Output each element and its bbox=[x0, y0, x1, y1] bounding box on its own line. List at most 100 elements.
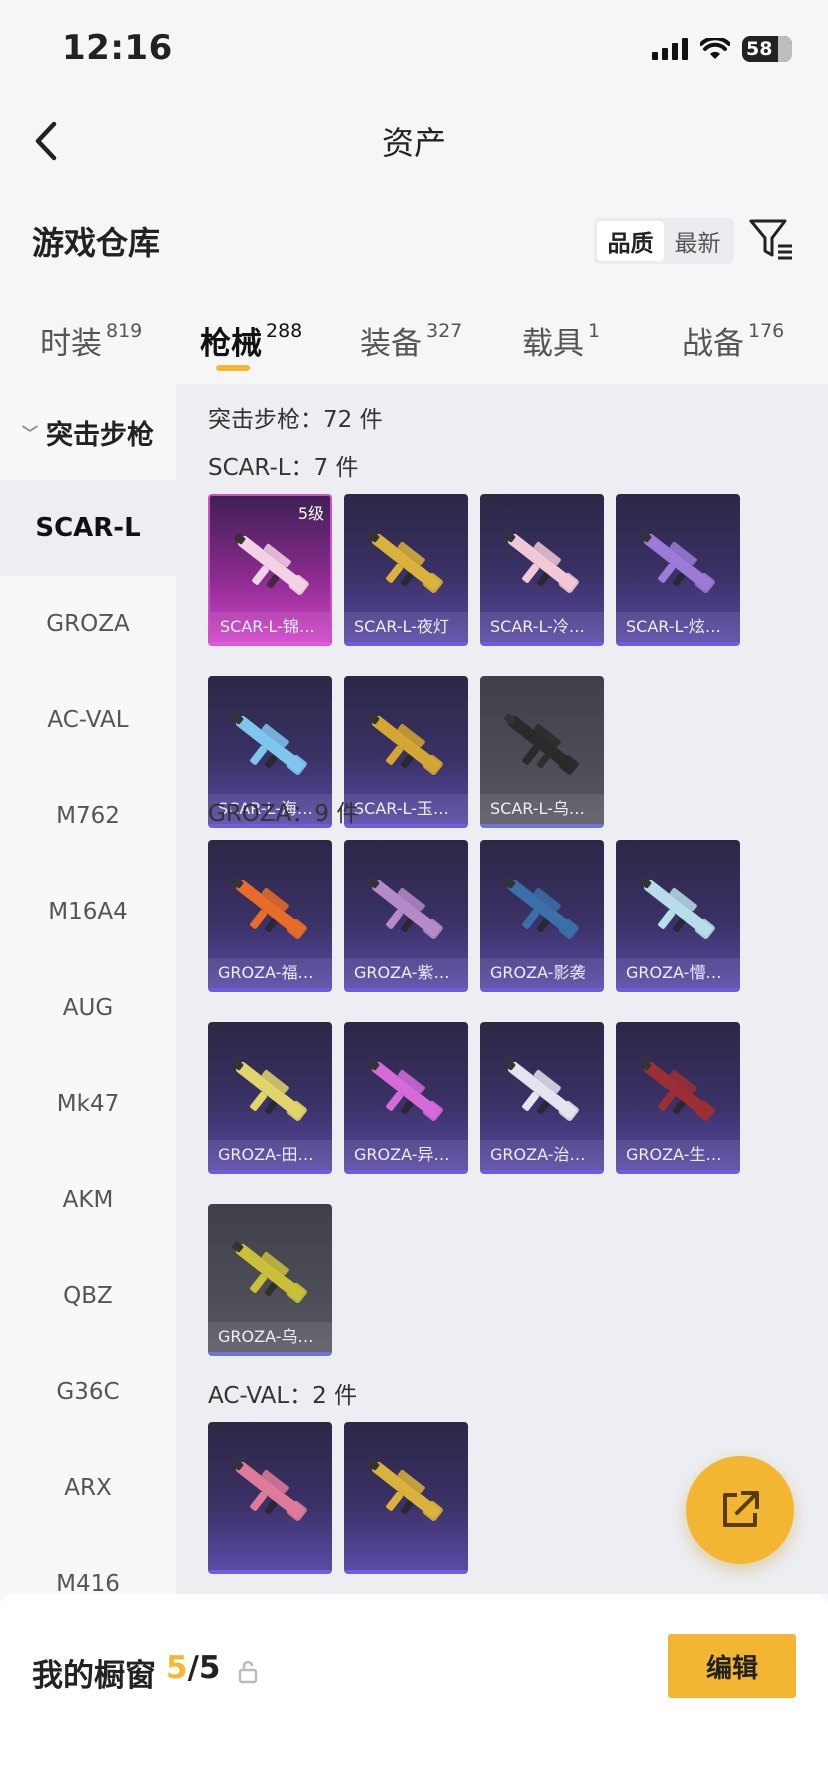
weapon-card[interactable]: SCAR-L-乌… bbox=[480, 676, 604, 828]
rifle-icon bbox=[640, 877, 715, 939]
battery-icon: 58 bbox=[742, 36, 792, 62]
rifle-icon bbox=[504, 531, 579, 593]
edit-button[interactable]: 编辑 bbox=[668, 1634, 796, 1698]
weapon-name: GROZA-生… bbox=[616, 1140, 740, 1170]
rifle-icon bbox=[640, 1059, 715, 1121]
page-title: 资产 bbox=[381, 124, 446, 162]
rifle-icon bbox=[232, 1241, 307, 1303]
showcase-current: 5 bbox=[166, 1650, 188, 1686]
weapon-card[interactable]: GROZA-治… bbox=[480, 1022, 604, 1174]
sidebar-item-m762[interactable]: M762 bbox=[0, 768, 176, 864]
share-button[interactable] bbox=[686, 1456, 794, 1564]
rifle-icon bbox=[368, 877, 443, 939]
sidebar-item-arx[interactable]: ARX bbox=[0, 1440, 176, 1536]
group-title: SCAR-L：7 件 bbox=[208, 455, 359, 481]
weapon-card[interactable]: GROZA-异… bbox=[344, 1022, 468, 1174]
weapon-card[interactable]: GROZA-田… bbox=[208, 1022, 332, 1174]
sort-toggle: 品质 最新 bbox=[594, 218, 734, 264]
weapon-card[interactable]: GROZA-紫… bbox=[344, 840, 468, 992]
sidebar-item-scar-l[interactable]: SCAR-L bbox=[0, 480, 176, 576]
status-icons: 58 bbox=[652, 36, 792, 62]
filter-icon[interactable] bbox=[748, 216, 796, 262]
weapon-card[interactable] bbox=[344, 1422, 468, 1574]
showcase-total: /5 bbox=[187, 1650, 221, 1686]
item-level-badge: 5级 bbox=[297, 504, 324, 523]
weapon-card[interactable]: SCAR-L-夜灯 bbox=[344, 494, 468, 646]
rifle-icon bbox=[368, 1459, 443, 1521]
weapon-name: GROZA-紫… bbox=[344, 958, 468, 988]
weapon-card[interactable]: GROZA-影袭 bbox=[480, 840, 604, 992]
chevron-down-icon: ﹀ bbox=[21, 424, 38, 443]
tab-fashion[interactable]: 时装 819 bbox=[40, 318, 142, 363]
weapon-name: GROZA-治… bbox=[480, 1140, 604, 1170]
sort-quality-option[interactable]: 品质 bbox=[597, 221, 664, 261]
weapon-card[interactable]: GROZA-福… bbox=[208, 840, 332, 992]
rifle-icon bbox=[504, 1059, 579, 1121]
rifle-icon bbox=[232, 1059, 307, 1121]
sidebar-item-m416[interactable]: M416 bbox=[0, 1536, 176, 1594]
status-time: 12:16 bbox=[62, 28, 173, 68]
weapon-name: GROZA-懵… bbox=[616, 958, 740, 988]
category-summary: 突击步枪：72 件 bbox=[208, 407, 383, 433]
weapon-name: SCAR-L-夜灯 bbox=[344, 612, 468, 642]
tab-vehicles[interactable]: 载具 1 bbox=[522, 318, 600, 363]
weapon-sidebar: ﹀ 突击步枪 SCAR-L GROZA AC-VAL M762 M16A4 AU… bbox=[0, 384, 176, 1594]
tab-gear[interactable]: 战备 176 bbox=[682, 318, 784, 363]
weapon-card[interactable]: 5级 SCAR-L-锦… bbox=[208, 494, 332, 646]
group-title: GROZA：9 件 bbox=[208, 801, 360, 827]
sidebar-item-m16a4[interactable]: M16A4 bbox=[0, 864, 176, 960]
rifle-icon bbox=[368, 1059, 443, 1121]
active-tab-indicator bbox=[216, 365, 250, 371]
weapon-card[interactable]: SCAR-L-炫… bbox=[616, 494, 740, 646]
rifle-icon bbox=[232, 713, 307, 775]
weapon-name: GROZA-福… bbox=[208, 958, 332, 988]
group-title: AC-VAL：2 件 bbox=[208, 1383, 358, 1409]
weapon-name: SCAR-L-锦… bbox=[210, 612, 330, 642]
weapon-card[interactable]: SCAR-L-冷… bbox=[480, 494, 604, 646]
weapon-name: GROZA-田… bbox=[208, 1140, 332, 1170]
rifle-icon bbox=[232, 877, 307, 939]
weapon-name: GROZA-乌… bbox=[208, 1322, 332, 1352]
tab-guns[interactable]: 枪械 288 bbox=[200, 318, 302, 363]
weapon-name: SCAR-L-冷… bbox=[480, 612, 604, 642]
sidebar-item-qbz[interactable]: QBZ bbox=[0, 1248, 176, 1344]
rifle-icon bbox=[368, 531, 443, 593]
sidebar-category-assault-rifle[interactable]: ﹀ 突击步枪 bbox=[0, 384, 176, 480]
showcase-count: 5/5 bbox=[166, 1650, 220, 1686]
status-bar: 12:16 58 bbox=[0, 0, 828, 100]
sidebar-item-mk47[interactable]: Mk47 bbox=[0, 1056, 176, 1152]
weapon-card[interactable] bbox=[208, 1422, 332, 1574]
lock-icon bbox=[238, 1660, 258, 1684]
weapon-name: SCAR-L-炫… bbox=[616, 612, 740, 642]
rifle-icon bbox=[232, 1459, 307, 1521]
category-tabs: 时装 819 枪械 288 装备 327 载具 1 战备 176 bbox=[0, 318, 828, 380]
tab-equipment[interactable]: 装备 327 bbox=[360, 318, 462, 363]
rifle-icon bbox=[504, 877, 579, 939]
cellular-signal-icon bbox=[652, 38, 688, 60]
weapon-name: SCAR-L-玉… bbox=[344, 794, 468, 824]
battery-level: 58 bbox=[746, 38, 773, 60]
showcase-label: 我的橱窗 bbox=[32, 1658, 156, 1694]
weapon-name: GROZA-影袭 bbox=[480, 958, 604, 988]
weapon-name: SCAR-L-乌… bbox=[480, 794, 604, 824]
rifle-icon bbox=[234, 533, 309, 595]
weapon-card[interactable]: GROZA-懵… bbox=[616, 840, 740, 992]
weapon-card[interactable]: SCAR-L-玉… bbox=[344, 676, 468, 828]
sidebar-item-ac-val[interactable]: AC-VAL bbox=[0, 672, 176, 768]
wifi-icon bbox=[700, 38, 730, 59]
sidebar-item-aug[interactable]: AUG bbox=[0, 960, 176, 1056]
weapon-name: GROZA-异… bbox=[344, 1140, 468, 1170]
external-link-icon bbox=[723, 1491, 759, 1527]
sidebar-item-g36c[interactable]: G36C bbox=[0, 1344, 176, 1440]
sidebar-item-groza[interactable]: GROZA bbox=[0, 576, 176, 672]
rifle-icon bbox=[368, 713, 443, 775]
weapon-card[interactable]: GROZA-乌… bbox=[208, 1204, 332, 1356]
weapon-card[interactable]: GROZA-生… bbox=[616, 1022, 740, 1174]
rifle-icon bbox=[640, 531, 715, 593]
rifle-icon bbox=[504, 713, 579, 775]
sort-newest-option[interactable]: 最新 bbox=[664, 221, 731, 261]
weapon-grid: 突击步枪：72 件 SCAR-L：7 件 5级 SCAR-L-锦… SCAR-L-夜灯… bbox=[176, 384, 828, 1594]
warehouse-title: 游戏仓库 bbox=[32, 224, 161, 262]
sidebar-item-akm[interactable]: AKM bbox=[0, 1152, 176, 1248]
showcase-bar: 我的橱窗 5/5 编辑 bbox=[0, 1594, 828, 1792]
